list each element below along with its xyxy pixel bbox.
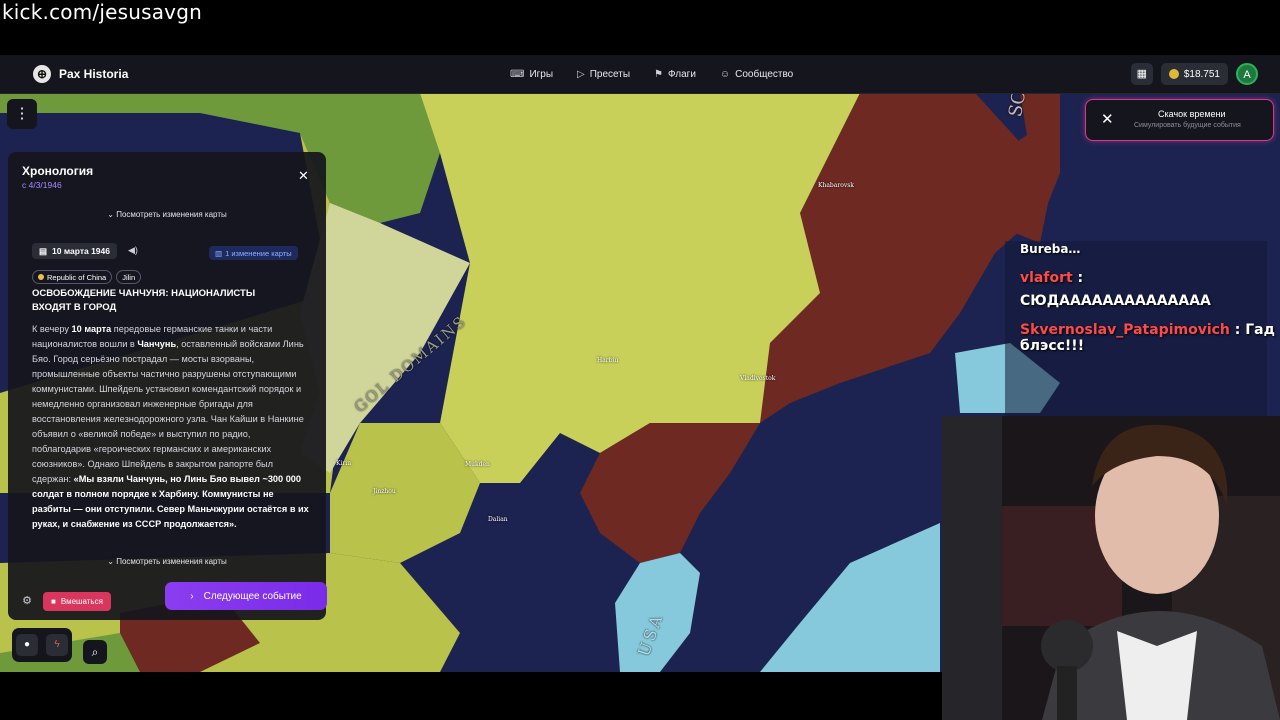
body-quote: «Мы взяли Чанчунь, но Линь Бяо вывел ~30…	[32, 474, 309, 529]
settings-gear-icon[interactable]: ⚙	[18, 592, 36, 610]
nav-flags[interactable]: ⚑ Флаги	[654, 69, 696, 80]
top-bar: ⊕ Pax Historia ⌨ Игры ▷ Пресеты ⚑ Флаги ☺ Со…	[0, 55, 1280, 94]
panel-title: Хронология	[22, 164, 94, 178]
balance-button[interactable]: $18.751	[1160, 63, 1228, 85]
logo-icon[interactable]: ⊕	[33, 65, 51, 83]
chat-user: Bureba…	[1020, 242, 1081, 256]
view-changes-label: Посмотреть изменения карты	[116, 210, 227, 219]
chat-text: СЮДАААААААААААААА	[1020, 293, 1211, 309]
chevron-down-icon: ⌄	[107, 557, 117, 566]
event-date-chip: ▤ 10 марта 1946	[32, 243, 117, 259]
nav-label: Флаги	[668, 68, 696, 80]
city-label[interactable]: Kirin	[336, 460, 351, 467]
intervene-label: Вмешаться	[60, 597, 103, 606]
map-change-count: 1 изменение карты	[225, 248, 292, 258]
event-headline: ОСВОБОЖДЕНИЕ ЧАНЧУНЯ: НАЦИОНАЛИСТЫ ВХОДЯ…	[32, 288, 256, 313]
nav-label: Сообщество	[735, 68, 794, 80]
lightning-icon[interactable]: ϟ	[46, 634, 68, 656]
coin-icon	[1168, 69, 1179, 79]
chat-message: Bureba…	[1020, 242, 1080, 256]
intervene-button[interactable]: ■ Вмешаться	[43, 592, 111, 611]
search-icon[interactable]: ⌕	[83, 640, 107, 664]
nav-label: Игры	[529, 68, 554, 80]
user-tools: ▦ $18.751 A	[1130, 63, 1258, 85]
people-icon: ☺	[719, 68, 731, 80]
speaker-icon[interactable]: ◀)	[128, 245, 138, 256]
time-jump-title: Скачок времени	[1158, 109, 1226, 119]
time-jump-panel[interactable]: ✕ Скачок времени Симулировать будущие со…	[1085, 99, 1274, 141]
tag-label: Jilin	[122, 272, 136, 282]
avatar[interactable]: A	[1236, 63, 1258, 85]
view-changes-label: Посмотреть изменения карты	[116, 557, 227, 566]
chevron-down-icon: ⌄	[107, 210, 117, 219]
next-event-label: Следующее событие	[203, 590, 302, 602]
webcam-overlay	[942, 416, 1280, 720]
flag-icon: ⚑	[654, 68, 664, 80]
nav-presets[interactable]: ▷ Пресеты	[577, 69, 630, 80]
event-body: К вечеру 10 марта передовые германские т…	[32, 322, 312, 532]
city-label[interactable]: Jinzhou	[373, 488, 396, 495]
tag-label: Republic of China	[47, 272, 107, 282]
balance-value: $18.751	[1183, 68, 1220, 80]
map-icon: ▥	[215, 248, 223, 258]
event-date: 10 марта 1946	[52, 246, 110, 256]
main-nav: ⌨ Игры ▷ Пресеты ⚑ Флаги ☺ Сообщество	[510, 55, 793, 93]
stream-watermark: kick.com/jesusavgn	[2, 0, 202, 24]
stop-icon: ■	[51, 597, 56, 606]
city-label[interactable]: Harbin	[597, 357, 618, 364]
nav-community[interactable]: ☺ Сообщество	[720, 69, 793, 80]
close-icon[interactable]: ✕	[298, 168, 309, 184]
view-map-changes-bottom[interactable]: ⌄ Посмотреть изменения карты	[8, 557, 326, 566]
view-map-changes-top[interactable]: ⌄ Посмотреть изменения карты	[8, 210, 326, 219]
brand-name[interactable]: Pax Historia	[59, 67, 128, 81]
webcam-feed	[942, 416, 1280, 720]
gift-icon[interactable]: ▦	[1130, 63, 1153, 85]
close-icon[interactable]: ✕	[1101, 110, 1114, 128]
tag-country[interactable]: Republic of China	[32, 270, 113, 284]
next-event-button[interactable]: › Следующее событие	[165, 582, 327, 610]
calendar-icon: ▤	[39, 245, 48, 256]
city-label[interactable]: Vladivostok	[740, 375, 775, 382]
gamepad-icon: ⌨	[510, 68, 525, 80]
chat-user: Skvernoslav_Patapimovich	[1020, 322, 1230, 338]
chat-icon[interactable]: ●	[16, 634, 38, 656]
chevron-right-icon: ›	[190, 590, 194, 602]
body-text: , оставленный войсками Линь Бяо. Город с…	[32, 339, 304, 484]
body-bold: 10 марта	[71, 324, 112, 334]
menu-kebab-icon[interactable]: ⋮	[7, 99, 37, 129]
nav-label: Пресеты	[589, 68, 631, 80]
bottom-toolbar: ● ϟ	[12, 628, 72, 662]
chat-user: vlafort	[1020, 270, 1073, 286]
flag-dot-icon	[38, 274, 44, 280]
body-bold: Чанчунь	[137, 339, 177, 349]
time-jump-subtitle: Симулировать будущие события	[1134, 122, 1241, 129]
timeline-panel: Хронология с 4/3/1946 ✕ ⌄ Посмотреть изм…	[8, 152, 326, 620]
event-tags: Republic of China Jilin	[32, 270, 142, 284]
chat-message: Skvernoslav_Patapimovich : Гад блэсс!!!	[1020, 322, 1275, 354]
city-label[interactable]: Mukden	[465, 461, 490, 468]
panel-since-date: с 4/3/1946	[22, 180, 62, 190]
play-icon: ▷	[577, 68, 585, 80]
city-label[interactable]: Dalian	[488, 516, 508, 523]
chat-message: vlafort :	[1020, 270, 1084, 286]
body-text: К вечеру	[32, 324, 72, 334]
map-change-badge[interactable]: ▥ 1 изменение карты	[209, 246, 298, 260]
city-label[interactable]: Khabarovsk	[818, 182, 854, 189]
nav-games[interactable]: ⌨ Игры	[510, 69, 553, 80]
tag-region[interactable]: Jilin	[116, 270, 142, 284]
